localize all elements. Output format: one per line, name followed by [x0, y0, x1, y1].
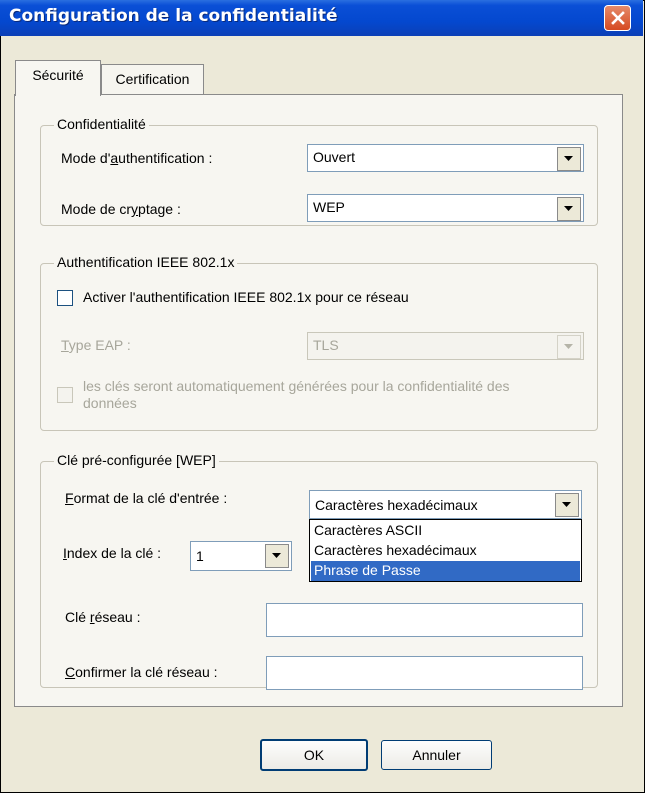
encryption-mode-dropdown-button[interactable]: [557, 197, 581, 221]
key-format-dropdown-list: Caractères ASCII Caractères hexadécimaux…: [309, 519, 582, 582]
network-key-label: Clé réseau :: [65, 609, 141, 625]
cancel-button-label: Annuler: [412, 747, 461, 763]
network-key-field[interactable]: [266, 603, 583, 637]
confirm-key-field[interactable]: [266, 656, 583, 690]
wep-legend: Clé pré-configurée [WEP]: [54, 452, 219, 468]
auto-keys-label-line2: données: [83, 395, 137, 411]
encryption-mode-label: Mode de cryptage :: [61, 201, 181, 217]
eap-type-value: TLS: [313, 337, 339, 353]
encryption-mode-value: WEP: [313, 199, 345, 215]
tab-certification-label: Certification: [115, 71, 190, 87]
encryption-mode-select[interactable]: WEP: [307, 194, 584, 222]
close-icon: [611, 11, 625, 25]
key-index-value: 1: [196, 548, 204, 564]
privacy-legend: Confidentialité: [54, 116, 149, 132]
enable-ieee-checkbox[interactable]: [57, 290, 73, 306]
chevron-down-icon: [562, 502, 571, 507]
tab-securite[interactable]: Sécurité: [15, 60, 101, 96]
auto-keys-checkbox[interactable]: [57, 387, 73, 403]
eap-type-select[interactable]: TLS: [307, 332, 584, 360]
key-index-select[interactable]: 1: [190, 541, 292, 571]
confirm-key-label: Confirmer la clé réseau :: [65, 664, 218, 680]
close-button[interactable]: [604, 5, 631, 31]
enable-ieee-label: Activer l'authentification IEEE 802.1x p…: [83, 289, 409, 305]
chevron-down-icon: [272, 553, 281, 558]
eap-type-dropdown-button[interactable]: [557, 335, 581, 359]
ok-button-label: OK: [303, 747, 325, 763]
auto-keys-label-line1: les clés seront automatiquement générées…: [83, 378, 510, 394]
key-format-option[interactable]: Caractères hexadécimaux: [311, 541, 580, 561]
auth-mode-value: Ouvert: [313, 149, 356, 165]
auth-mode-dropdown-button[interactable]: [557, 147, 581, 171]
chevron-down-icon: [564, 156, 573, 161]
auth-mode-label: Mode d'authentification :: [61, 150, 213, 166]
key-index-label: Index de la clé :: [63, 545, 162, 561]
key-format-option[interactable]: Caractères ASCII: [311, 521, 580, 541]
window-title: Configuration de la confidentialité: [9, 6, 338, 26]
key-format-select[interactable]: Caractères hexadécimaux: [309, 490, 582, 519]
ok-button[interactable]: OK: [260, 739, 368, 771]
tab-certification[interactable]: Certification: [101, 64, 204, 94]
key-format-label: Format de la clé d'entrée :: [65, 490, 228, 506]
auth-mode-select[interactable]: Ouvert: [307, 144, 584, 172]
chevron-down-icon: [564, 344, 573, 349]
key-format-dropdown-button[interactable]: [555, 493, 579, 517]
tab-securite-label: Sécurité: [32, 67, 84, 83]
chevron-down-icon: [564, 206, 573, 211]
ieee-legend: Authentification IEEE 802.1x: [54, 254, 238, 270]
key-index-dropdown-button[interactable]: [265, 544, 289, 568]
cancel-button[interactable]: Annuler: [381, 740, 492, 770]
key-format-value: Caractères hexadécimaux: [315, 497, 478, 513]
auto-keys-label: les clés seront automatiquement générées…: [83, 378, 509, 412]
key-format-option-selected[interactable]: Phrase de Passe: [311, 561, 580, 581]
eap-type-label: Type EAP :: [61, 337, 131, 353]
